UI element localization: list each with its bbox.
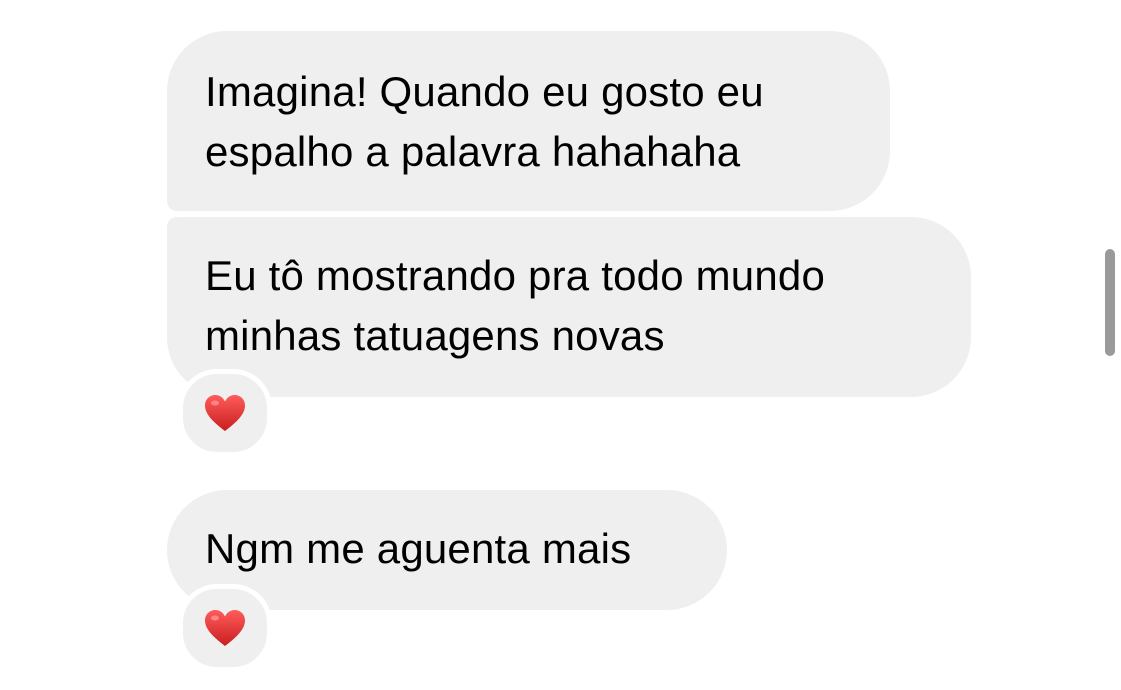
message-text-line: minhas tatuagens novas <box>205 312 665 359</box>
message-bubble[interactable]: Eu tô mostrando pra todo mundo minhas ta… <box>167 217 971 397</box>
scrollbar[interactable] <box>1105 249 1115 356</box>
heart-icon <box>205 610 245 646</box>
reaction-badge[interactable] <box>178 584 272 672</box>
message-bubble[interactable]: Imagina! Quando eu gosto eu espalho a pa… <box>167 31 890 211</box>
heart-icon <box>205 395 245 431</box>
message-text-line: espalho a palavra hahahaha <box>205 128 741 175</box>
message-text-line: Eu tô mostrando pra todo mundo <box>205 252 826 299</box>
message-text-line: Ngm me aguenta mais <box>205 525 632 572</box>
reaction-badge[interactable] <box>178 369 272 457</box>
message-text-line: Imagina! Quando eu gosto eu <box>205 68 764 115</box>
